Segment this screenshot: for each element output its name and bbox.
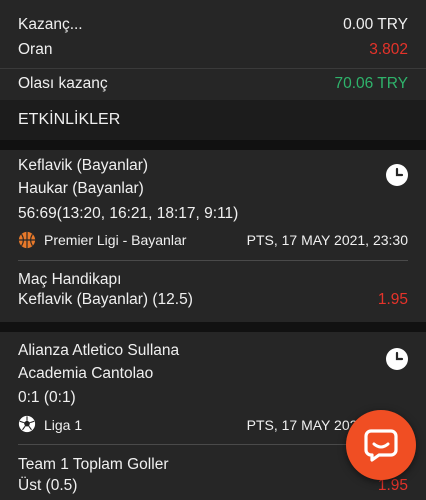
spacer (0, 140, 426, 150)
home-team: Keflavik (Bayanlar) (18, 157, 149, 174)
match-score: 56:69(13:20, 16:21, 18:17, 9:11) (18, 205, 239, 222)
bet-summary: Kazanç... 0.00 TRY Oran 3.802 (0, 0, 426, 68)
match-score: 0:1 (0:1) (18, 389, 76, 406)
league-name: Liga 1 (44, 417, 83, 433)
events-section-header: ETKİNLİKLER (0, 100, 426, 140)
clock-icon[interactable] (385, 163, 409, 187)
potential-win-label: Olası kazanç (18, 75, 108, 92)
odds-row: Oran 3.802 (18, 40, 408, 60)
section-title: ETKİNLİKLER (18, 111, 121, 128)
clock-icon[interactable] (385, 347, 409, 371)
league-name: Premier Ligi - Bayanlar (44, 232, 187, 248)
market-name: Maç Handikapı (18, 271, 122, 288)
event-datetime: PTS, 17 MAY 2021, 23:30 (246, 232, 408, 248)
odds-value: 3.802 (369, 41, 408, 58)
away-team: Haukar (Bayanlar) (18, 180, 144, 197)
stake-row[interactable]: Kazanç... 0.00 TRY (18, 15, 408, 35)
potential-win-value: 70.06 TRY (334, 75, 408, 92)
selection-odd: 1.95 (377, 291, 408, 308)
event-card[interactable]: Keflavik (Bayanlar) Haukar (Bayanlar) 56… (0, 150, 426, 322)
selection-name: Keflavik (Bayanlar) (12.5) (18, 291, 193, 308)
soccer-ball-icon (18, 415, 36, 433)
home-team: Alianza Atletico Sullana (18, 342, 180, 359)
spacer (0, 322, 426, 332)
odds-label: Oran (18, 41, 53, 58)
stake-label: Kazanç... (18, 16, 83, 33)
potential-win-row: Olası kazanç 70.06 TRY (0, 69, 426, 99)
away-team: Academia Cantolao (18, 365, 154, 382)
basketball-icon (18, 231, 36, 249)
live-chat-button[interactable] (346, 410, 416, 480)
divider (18, 260, 408, 261)
market-name: Team 1 Toplam Goller (18, 456, 169, 473)
chat-bubble-icon (364, 429, 398, 462)
stake-value: 0.00 TRY (343, 16, 408, 33)
selection-name: Üst (0.5) (18, 477, 78, 494)
